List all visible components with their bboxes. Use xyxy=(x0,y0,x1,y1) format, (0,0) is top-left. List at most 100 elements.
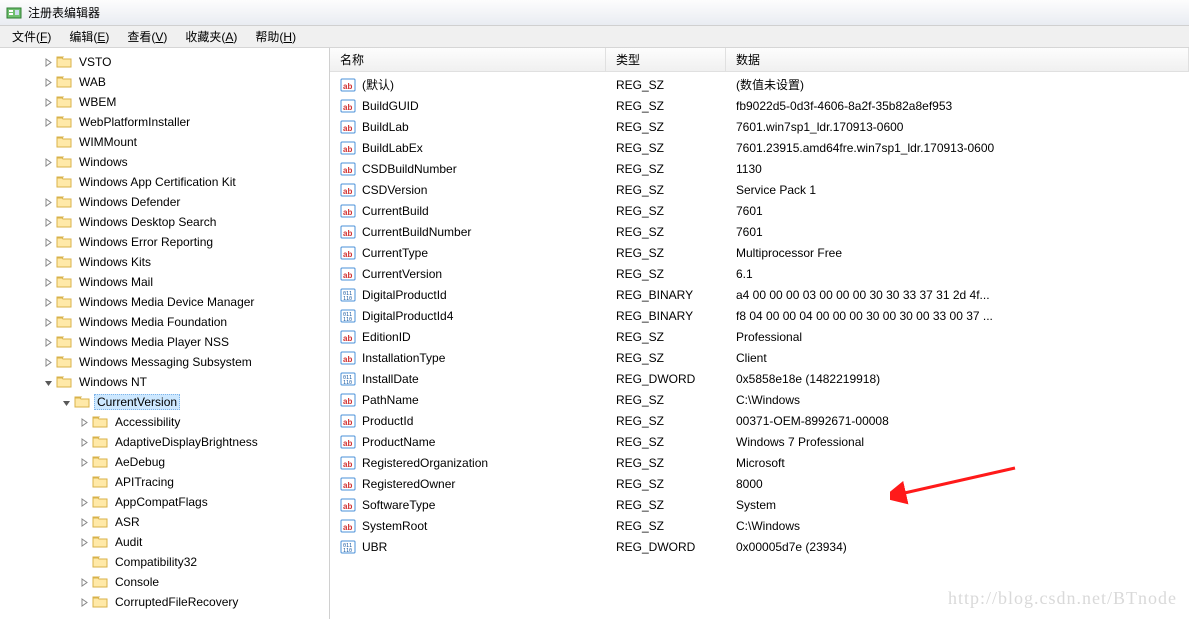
expander-closed-icon[interactable] xyxy=(42,236,54,248)
tree-item[interactable]: Windows Mail xyxy=(0,272,329,292)
expander-closed-icon[interactable] xyxy=(42,96,54,108)
expander-closed-icon[interactable] xyxy=(78,416,90,428)
tree-item[interactable]: WebPlatformInstaller xyxy=(0,112,329,132)
col-header-name[interactable]: 名称 xyxy=(330,48,606,71)
tree-item[interactable]: Windows Media Player NSS xyxy=(0,332,329,352)
tree-item[interactable]: VSTO xyxy=(0,52,329,72)
tree-item[interactable]: Console xyxy=(0,572,329,592)
value-data: a4 00 00 00 03 00 00 00 30 30 33 37 31 2… xyxy=(726,288,1189,302)
expander-closed-icon[interactable] xyxy=(42,316,54,328)
expander-closed-icon[interactable] xyxy=(42,336,54,348)
string-value-icon: ab xyxy=(340,497,356,513)
list-row[interactable]: ab(默认)REG_SZ(数值未设置) xyxy=(330,74,1189,95)
menu-h[interactable]: 帮助(H) xyxy=(247,26,304,47)
tree-item-label: AppCompatFlags xyxy=(112,494,211,510)
value-data: 7601.23915.amd64fre.win7sp1_ldr.170913-0… xyxy=(726,141,1189,155)
expander-closed-icon[interactable] xyxy=(78,436,90,448)
tree-item[interactable]: Windows Desktop Search xyxy=(0,212,329,232)
list-row[interactable]: abSoftwareTypeREG_SZSystem xyxy=(330,494,1189,515)
tree-item[interactable]: Windows NT xyxy=(0,372,329,392)
expander-closed-icon[interactable] xyxy=(42,356,54,368)
svg-text:ab: ab xyxy=(343,397,352,406)
tree-item[interactable]: Windows Defender xyxy=(0,192,329,212)
list-row[interactable]: abSystemRootREG_SZC:\Windows xyxy=(330,515,1189,536)
tree-item-label: Console xyxy=(112,574,162,590)
expander-closed-icon[interactable] xyxy=(78,516,90,528)
tree-item[interactable]: Windows Error Reporting xyxy=(0,232,329,252)
list-row[interactable]: abBuildLabREG_SZ7601.win7sp1_ldr.170913-… xyxy=(330,116,1189,137)
tree-item[interactable]: Windows Kits xyxy=(0,252,329,272)
menu-e[interactable]: 编辑(E) xyxy=(61,26,117,47)
tree-item[interactable]: CorruptedFileRecovery xyxy=(0,592,329,612)
tree-item[interactable]: Windows xyxy=(0,152,329,172)
expander-closed-icon[interactable] xyxy=(42,116,54,128)
expander-closed-icon[interactable] xyxy=(42,256,54,268)
expander-closed-icon[interactable] xyxy=(78,496,90,508)
list-row[interactable]: abPathNameREG_SZC:\Windows xyxy=(330,389,1189,410)
list-row[interactable]: 011110InstallDateREG_DWORD0x5858e18e (14… xyxy=(330,368,1189,389)
list-row[interactable]: abProductNameREG_SZWindows 7 Professiona… xyxy=(330,431,1189,452)
expander-open-icon[interactable] xyxy=(60,396,72,408)
tree-item[interactable]: ASR xyxy=(0,512,329,532)
tree-item[interactable]: WIMMount xyxy=(0,132,329,152)
list-row[interactable]: abRegisteredOrganizationREG_SZMicrosoft xyxy=(330,452,1189,473)
tree-item-label: WAB xyxy=(76,74,109,90)
expander-closed-icon[interactable] xyxy=(42,196,54,208)
value-data: Professional xyxy=(726,330,1189,344)
list-row[interactable]: 011110DigitalProductIdREG_BINARYa4 00 00… xyxy=(330,284,1189,305)
tree-item[interactable]: APITracing xyxy=(0,472,329,492)
tree-item[interactable]: Accessibility xyxy=(0,412,329,432)
menu-f[interactable]: 文件(F) xyxy=(4,26,59,47)
svg-text:ab: ab xyxy=(343,418,352,427)
expander-closed-icon[interactable] xyxy=(42,276,54,288)
tree-item[interactable]: AppCompatFlags xyxy=(0,492,329,512)
expander-closed-icon[interactable] xyxy=(78,456,90,468)
expander-closed-icon[interactable] xyxy=(42,76,54,88)
expander-closed-icon[interactable] xyxy=(78,536,90,548)
expander-open-icon[interactable] xyxy=(42,376,54,388)
expander-closed-icon[interactable] xyxy=(42,216,54,228)
value-data: 1130 xyxy=(726,162,1189,176)
menu-v[interactable]: 查看(V) xyxy=(119,26,175,47)
tree-item[interactable]: Windows Messaging Subsystem xyxy=(0,352,329,372)
list-body: ab(默认)REG_SZ(数值未设置)abBuildGUIDREG_SZfb90… xyxy=(330,72,1189,557)
list-row[interactable]: abBuildLabExREG_SZ7601.23915.amd64fre.wi… xyxy=(330,137,1189,158)
list-row[interactable]: 011110UBRREG_DWORD0x00005d7e (23934) xyxy=(330,536,1189,557)
list-row[interactable]: abBuildGUIDREG_SZfb9022d5-0d3f-4606-8a2f… xyxy=(330,95,1189,116)
expander-closed-icon[interactable] xyxy=(42,296,54,308)
tree-item[interactable]: Audit xyxy=(0,532,329,552)
tree-pane[interactable]: VSTOWABWBEMWebPlatformInstallerWIMMountW… xyxy=(0,48,330,619)
list-row[interactable]: abInstallationTypeREG_SZClient xyxy=(330,347,1189,368)
tree-item[interactable]: AdaptiveDisplayBrightness xyxy=(0,432,329,452)
expander-closed-icon[interactable] xyxy=(78,596,90,608)
tree-item[interactable]: AeDebug xyxy=(0,452,329,472)
list-row[interactable]: abCSDBuildNumberREG_SZ1130 xyxy=(330,158,1189,179)
tree-item[interactable]: CurrentVersion xyxy=(0,392,329,412)
tree-item[interactable]: WBEM xyxy=(0,92,329,112)
string-value-icon: ab xyxy=(340,245,356,261)
list-row[interactable]: abCurrentVersionREG_SZ6.1 xyxy=(330,263,1189,284)
list-row[interactable]: abProductIdREG_SZ00371-OEM-8992671-00008 xyxy=(330,410,1189,431)
col-header-data[interactable]: 数据 xyxy=(726,48,1189,71)
menu-a[interactable]: 收藏夹(A) xyxy=(177,26,245,47)
svg-text:ab: ab xyxy=(343,145,352,154)
tree-item[interactable]: Compatibility32 xyxy=(0,552,329,572)
tree-item[interactable]: Windows Media Device Manager xyxy=(0,292,329,312)
expander-closed-icon[interactable] xyxy=(42,56,54,68)
tree-item[interactable]: Windows Media Foundation xyxy=(0,312,329,332)
list-row[interactable]: 011110DigitalProductId4REG_BINARYf8 04 0… xyxy=(330,305,1189,326)
expander-closed-icon[interactable] xyxy=(78,576,90,588)
list-row[interactable]: abCurrentBuildNumberREG_SZ7601 xyxy=(330,221,1189,242)
col-header-type[interactable]: 类型 xyxy=(606,48,726,71)
list-row[interactable]: abRegisteredOwnerREG_SZ8000 xyxy=(330,473,1189,494)
list-row[interactable]: abCurrentBuildREG_SZ7601 xyxy=(330,200,1189,221)
list-row[interactable]: abCSDVersionREG_SZService Pack 1 xyxy=(330,179,1189,200)
tree-item[interactable]: WAB xyxy=(0,72,329,92)
value-name: RegisteredOrganization xyxy=(362,456,488,470)
list-row[interactable]: abEditionIDREG_SZProfessional xyxy=(330,326,1189,347)
value-name: InstallDate xyxy=(362,372,419,386)
tree-item[interactable]: Windows App Certification Kit xyxy=(0,172,329,192)
svg-text:ab: ab xyxy=(343,460,352,469)
list-row[interactable]: abCurrentTypeREG_SZMultiprocessor Free xyxy=(330,242,1189,263)
expander-closed-icon[interactable] xyxy=(42,156,54,168)
